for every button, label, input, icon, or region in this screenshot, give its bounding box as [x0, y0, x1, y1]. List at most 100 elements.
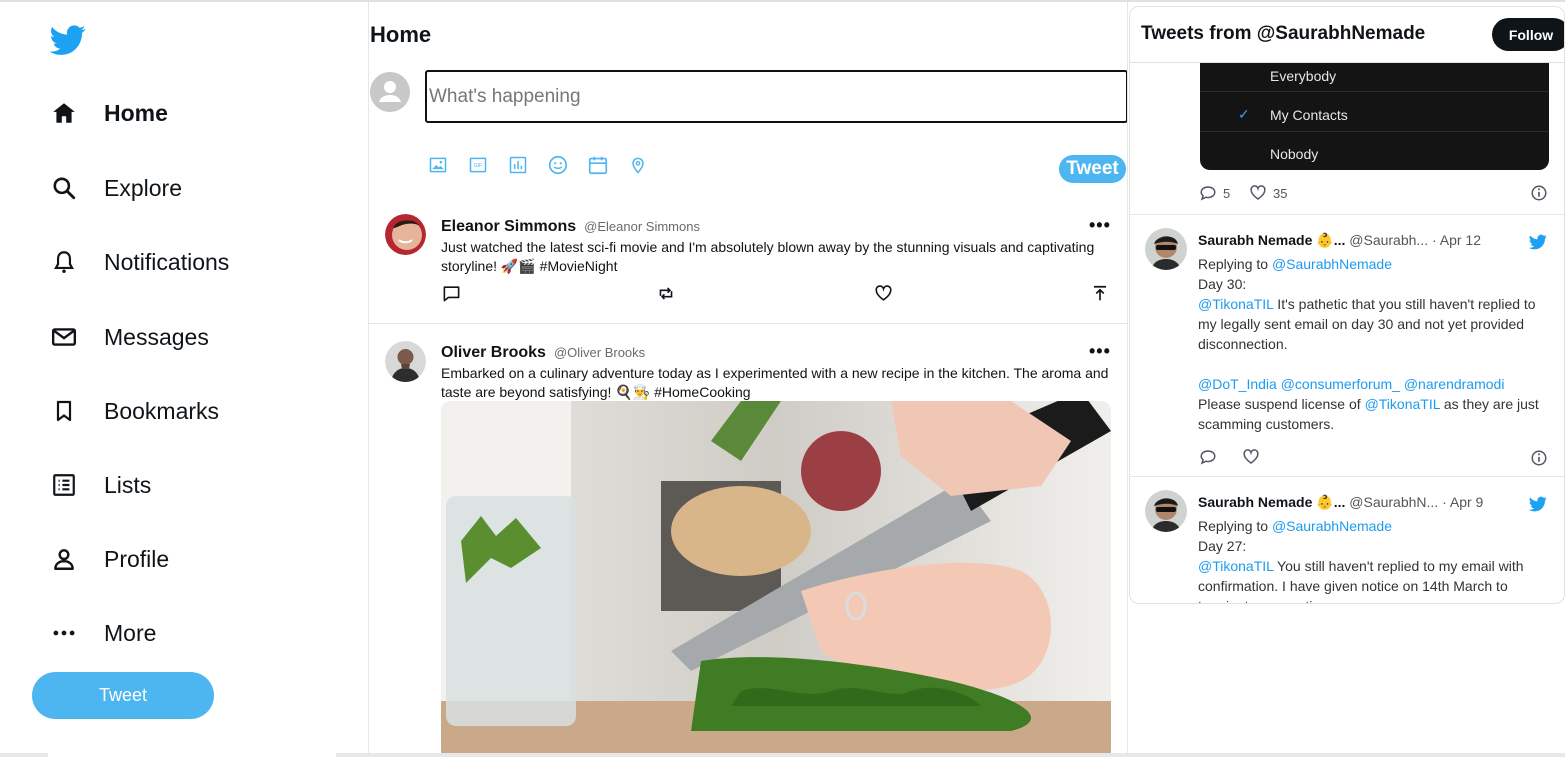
- widget-header: Tweets from @SaurabhNemade Follow: [1130, 7, 1564, 63]
- nav-profile-label: Profile: [104, 545, 170, 572]
- tweet-text: Embarked on a culinary adventure today a…: [441, 365, 1109, 400]
- list-icon: [50, 471, 78, 499]
- home-icon: [50, 99, 78, 127]
- nav-messages-label: Messages: [104, 323, 209, 350]
- info-icon[interactable]: [1530, 184, 1548, 202]
- nav-home[interactable]: Home: [50, 93, 168, 133]
- nav-home-label: Home: [104, 99, 168, 126]
- reply-count[interactable]: 5: [1199, 184, 1230, 202]
- image-icon[interactable]: [427, 154, 449, 176]
- gif-icon[interactable]: GIF: [467, 154, 489, 176]
- nav-profile[interactable]: Profile: [50, 539, 169, 579]
- compose-input[interactable]: [425, 70, 1127, 123]
- left-sidebar: Home Explore Notifications Messages Book…: [0, 2, 368, 757]
- mention-links[interactable]: @DoT_India @consumerforum_ @narendramodi: [1198, 374, 1553, 394]
- profile-timeline-widget: Tweets from @SaurabhNemade Follow Everyb…: [1129, 6, 1565, 604]
- tweet-author-handle[interactable]: @Saurabh...: [1349, 232, 1428, 248]
- avatar[interactable]: [385, 214, 426, 255]
- widget-tweet-header: Saurabh Nemade 👶... @Saurabh... · Apr 12: [1198, 232, 1481, 249]
- privacy-option: Nobody: [1270, 146, 1319, 162]
- tweet-actions: [441, 283, 1111, 303]
- reply-icon[interactable]: [1199, 448, 1217, 466]
- page-title: Home: [370, 22, 432, 47]
- tweet-author-name[interactable]: Oliver Brooks: [441, 344, 546, 362]
- embedded-privacy-screenshot: Everybody ✓ My Contacts Nobody: [1200, 63, 1549, 170]
- twitter-bird-icon[interactable]: [1528, 233, 1548, 251]
- reply-icon: [1200, 186, 1216, 201]
- nav-explore-label: Explore: [104, 174, 182, 201]
- like-icon[interactable]: [873, 283, 893, 303]
- tweet-author-name[interactable]: Saurabh Nemade 👶...: [1198, 494, 1345, 510]
- tweet-author-handle[interactable]: @Eleanor Simmons: [584, 219, 700, 234]
- compose-toolbar: GIF: [427, 154, 649, 176]
- more-dots-icon: [50, 619, 78, 647]
- nav-messages[interactable]: Messages: [50, 317, 209, 357]
- nav-more[interactable]: More: [50, 613, 156, 653]
- widget-tweet-body: Replying to @SaurabhNemade Day 30: @Tiko…: [1198, 254, 1553, 434]
- mention-link[interactable]: @TikonaTIL: [1198, 296, 1273, 312]
- horizontal-scrollbar[interactable]: [0, 753, 1565, 757]
- tweet-author-handle[interactable]: @SaurabhN...: [1349, 494, 1438, 510]
- compose-tweet-button[interactable]: Tweet: [1059, 155, 1126, 183]
- bell-icon: [50, 248, 78, 276]
- nav-bookmarks[interactable]: Bookmarks: [50, 391, 219, 431]
- share-icon[interactable]: [1090, 283, 1110, 303]
- schedule-icon[interactable]: [587, 154, 609, 176]
- nav-more-label: More: [104, 619, 157, 646]
- twitter-bird-icon[interactable]: [1528, 495, 1548, 513]
- sidebar-tweet-button[interactable]: Tweet: [32, 672, 214, 719]
- location-icon[interactable]: [627, 154, 649, 176]
- info-icon[interactable]: [1530, 449, 1548, 467]
- tweet-author-name[interactable]: Eleanor Simmons: [441, 218, 576, 236]
- like-count[interactable]: 35: [1249, 184, 1287, 202]
- tweet-date[interactable]: · Apr 12: [1432, 232, 1481, 248]
- avatar[interactable]: [1145, 228, 1187, 270]
- tweet-card[interactable]: Eleanor Simmons @Eleanor Simmons ••• Jus…: [369, 202, 1127, 324]
- more-dots-icon[interactable]: •••: [1089, 341, 1111, 362]
- nav-bookmarks-label: Bookmarks: [104, 397, 220, 424]
- emoji-icon[interactable]: [547, 154, 569, 176]
- mail-icon: [50, 323, 78, 351]
- mention-link[interactable]: @SaurabhNemade: [1272, 256, 1392, 272]
- tweet-photo[interactable]: [441, 401, 1111, 757]
- svg-text:GIF: GIF: [474, 163, 482, 169]
- privacy-option: Everybody: [1270, 68, 1337, 84]
- mention-link[interactable]: @SaurabhNemade: [1272, 518, 1392, 534]
- check-icon: ✓: [1238, 106, 1250, 122]
- tweet-author-name[interactable]: Saurabh Nemade 👶...: [1198, 232, 1345, 248]
- like-icon: [1250, 185, 1266, 200]
- nav-notifications-label: Notifications: [104, 248, 230, 275]
- tweet-author-handle[interactable]: @Oliver Brooks: [554, 345, 645, 360]
- widget-tweet[interactable]: Saurabh Nemade 👶... @SaurabhN... · Apr 9…: [1130, 476, 1564, 603]
- bookmark-icon: [50, 397, 78, 425]
- widget-title: Tweets from @SaurabhNemade: [1141, 23, 1426, 44]
- nav-explore[interactable]: Explore: [50, 168, 182, 208]
- mention-link[interactable]: @TikonaTIL: [1365, 396, 1440, 412]
- poll-icon[interactable]: [507, 154, 529, 176]
- person-icon: [50, 545, 78, 573]
- widget-tweet-body: Replying to @SaurabhNemade Day 27: @Tiko…: [1198, 518, 1524, 603]
- mention-link[interactable]: @TikonaTIL: [1198, 558, 1273, 574]
- more-dots-icon[interactable]: •••: [1089, 215, 1111, 236]
- tweet-text: Just watched the latest sci-fi movie and…: [441, 239, 1095, 274]
- retweet-icon[interactable]: [656, 283, 676, 303]
- avatar[interactable]: [385, 341, 426, 382]
- reply-icon[interactable]: [441, 283, 461, 303]
- twitter-page: Home Explore Notifications Messages Book…: [0, 0, 1565, 757]
- nav-lists[interactable]: Lists: [50, 465, 151, 505]
- scrollbar-thumb[interactable]: [48, 753, 336, 757]
- privacy-option: My Contacts: [1270, 107, 1348, 123]
- twitter-logo-icon[interactable]: [50, 22, 86, 58]
- avatar[interactable]: [1145, 490, 1187, 532]
- tweet-card[interactable]: Oliver Brooks @Oliver Brooks ••• Embarke…: [369, 325, 1127, 757]
- compose-avatar: [370, 72, 410, 112]
- tweet-date[interactable]: · Apr 9: [1442, 494, 1483, 510]
- nav-notifications[interactable]: Notifications: [50, 242, 229, 282]
- like-icon[interactable]: [1242, 448, 1260, 466]
- widget-tweet-header: Saurabh Nemade 👶... @SaurabhN... · Apr 9: [1198, 494, 1483, 511]
- follow-button[interactable]: Follow: [1492, 18, 1564, 51]
- widget-tweet[interactable]: Saurabh Nemade 👶... @Saurabh... · Apr 12…: [1130, 214, 1564, 476]
- nav-lists-label: Lists: [104, 471, 152, 498]
- search-icon: [50, 174, 78, 202]
- main-timeline: Home GIF Tweet Eleanor Simmons @Eleanor …: [368, 2, 1128, 757]
